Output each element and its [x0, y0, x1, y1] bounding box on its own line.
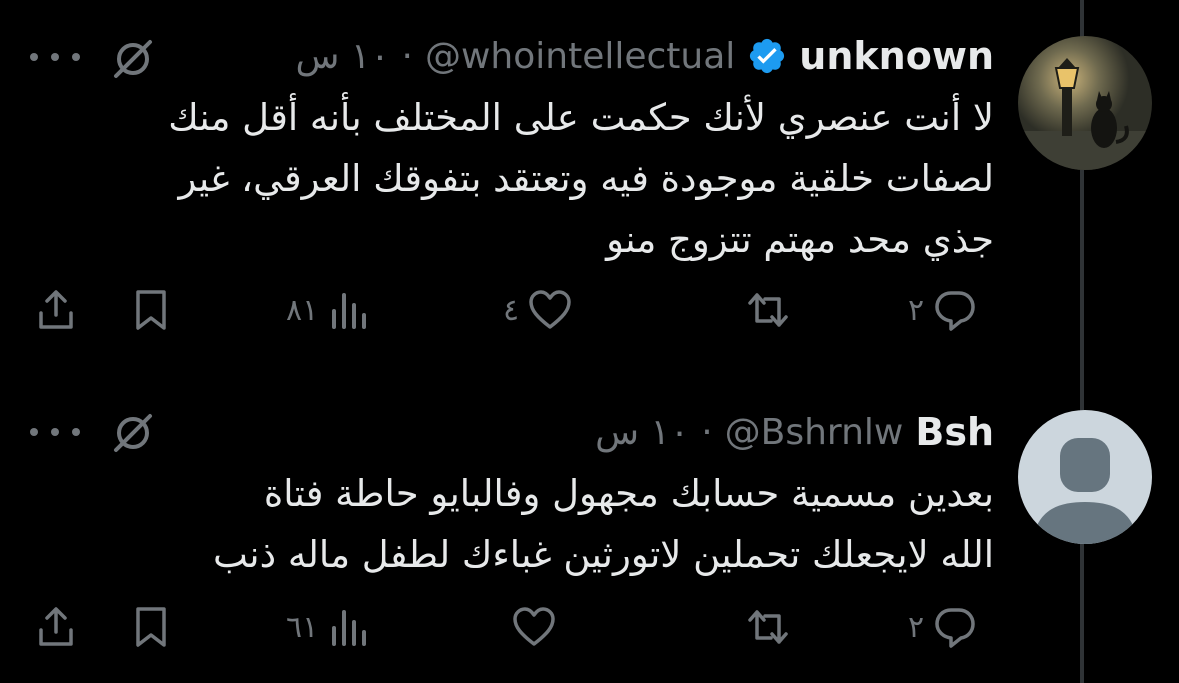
views-icon	[332, 610, 367, 646]
separator-dot: ·	[401, 35, 413, 77]
repost-icon	[748, 610, 788, 644]
more-icon[interactable]	[30, 42, 80, 72]
avatar-image	[1018, 36, 1152, 170]
reply-button[interactable]: ٢	[908, 602, 978, 652]
views-count: ٦١	[286, 609, 319, 645]
tweet-text: بعدين مسمية حسابك مجهول وفالبايو حاطة فت…	[212, 472, 994, 576]
tweet-text: لا أنت عنصري لأنك حكمت على المختلف بأنه …	[168, 96, 994, 261]
default-avatar-icon	[1018, 410, 1152, 544]
reply-button[interactable]: ٢	[908, 285, 978, 335]
tweet[interactable]: Bsh @Bshrnlw · ١٠ س بعدين مسمية حسابك مج…	[0, 370, 1179, 683]
user-handle[interactable]: @whointellectual	[425, 36, 735, 77]
action-bar: ٨١ ٤ ٢	[0, 285, 1000, 335]
repost-button[interactable]	[737, 602, 791, 652]
reply-count: ٢	[908, 292, 925, 328]
bookmark-icon	[136, 607, 166, 647]
action-bar: ٦١ ٢	[0, 602, 1000, 652]
timestamp[interactable]: ١٠ س	[595, 412, 689, 453]
reply-icon	[935, 291, 975, 331]
reply-icon	[935, 608, 975, 648]
tweet[interactable]: unknown @whointellectual · ١٠ س لا أنت ع…	[0, 0, 1179, 370]
avatar[interactable]	[1018, 410, 1152, 544]
display-name[interactable]: Bsh	[915, 410, 994, 454]
more-icon[interactable]	[30, 417, 80, 447]
display-name[interactable]: unknown	[799, 34, 994, 78]
avatar[interactable]	[1018, 36, 1152, 170]
bookmark-button[interactable]	[128, 602, 174, 652]
bookmark-icon	[136, 290, 166, 330]
user-handle[interactable]: @Bshrnlw	[725, 412, 904, 453]
repost-icon	[748, 293, 788, 327]
verified-icon	[750, 38, 785, 74]
share-icon	[39, 290, 73, 329]
like-button[interactable]	[503, 602, 557, 652]
like-icon	[513, 607, 555, 646]
views-button[interactable]: ٨١	[286, 285, 372, 335]
like-count: ٤	[503, 292, 520, 328]
tweet-header: unknown @whointellectual · ١٠ س	[295, 30, 994, 82]
views-icon	[332, 293, 367, 329]
share-button[interactable]	[33, 602, 79, 652]
views-button[interactable]: ٦١	[286, 602, 372, 652]
like-icon	[529, 290, 571, 329]
grok-icon[interactable]	[110, 410, 156, 456]
tweet-header: Bsh @Bshrnlw · ١٠ س	[595, 406, 994, 458]
share-button[interactable]	[33, 285, 79, 335]
reply-count: ٢	[908, 609, 925, 645]
timestamp[interactable]: ١٠ س	[295, 36, 389, 77]
views-count: ٨١	[286, 292, 319, 328]
repost-button[interactable]	[737, 285, 791, 335]
bookmark-button[interactable]	[128, 285, 174, 335]
grok-icon[interactable]	[110, 36, 156, 82]
like-button[interactable]: ٤	[503, 285, 573, 335]
share-icon	[39, 607, 73, 646]
separator-dot: ·	[701, 411, 713, 453]
